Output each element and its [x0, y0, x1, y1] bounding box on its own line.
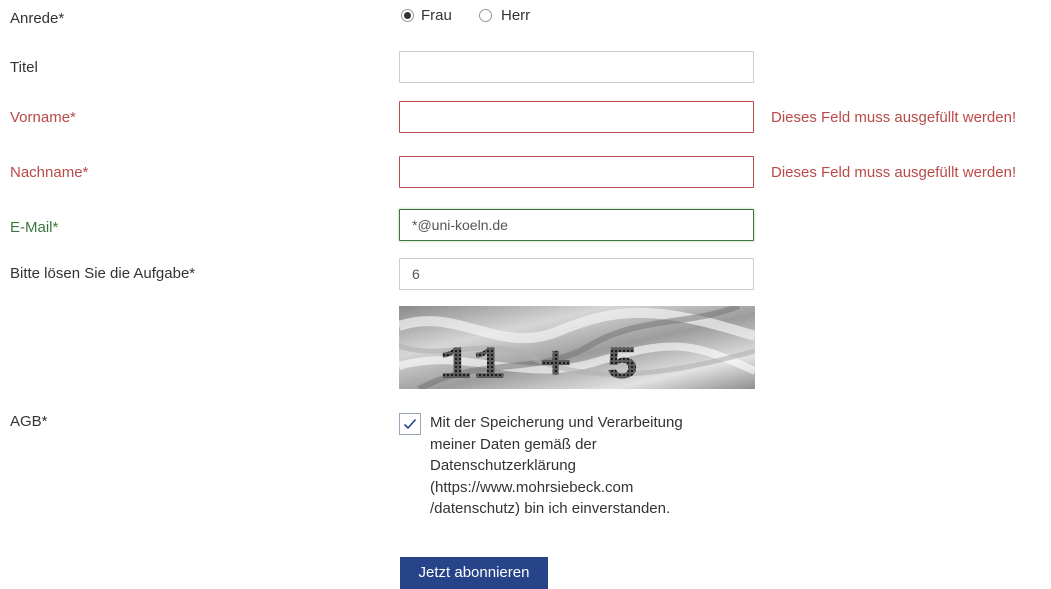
firstname-label: Vorname* [10, 109, 76, 126]
captcha-text: 11 + 5 [439, 340, 639, 389]
agb-text-line: Datenschutzerklärung [430, 457, 576, 474]
lastname-input[interactable] [400, 157, 753, 187]
captcha-field-wrapper [399, 258, 754, 290]
email-label: E-Mail* [10, 219, 59, 236]
agb-text-line: meiner Daten gemäß der [430, 435, 597, 453]
lastname-field-wrapper [399, 156, 754, 188]
radio-herr-label[interactable]: Herr [501, 7, 530, 24]
subscribe-button[interactable]: Jetzt abonnieren [400, 557, 548, 589]
firstname-input[interactable] [400, 102, 753, 132]
lastname-error-message: Dieses Feld muss ausgefüllt werden! [771, 164, 1017, 181]
agb-consent-text: Mit der Speicherung und Verarbeitung mei… [430, 412, 730, 520]
radio-herr[interactable] [479, 9, 492, 22]
agb-text-line: /datenschutz) bin ich einverstanden. [430, 500, 671, 517]
captcha-image: 11 + 5 [399, 306, 755, 389]
captcha-input[interactable] [400, 259, 753, 289]
salutation-label: Anrede* [10, 10, 65, 27]
agb-label: AGB* [10, 413, 48, 430]
radio-frau-label[interactable]: Frau [421, 7, 452, 24]
title-label: Titel [10, 59, 38, 76]
lastname-label: Nachname* [10, 164, 89, 181]
email-field-wrapper [399, 209, 754, 241]
title-input[interactable] [400, 52, 753, 82]
agb-text-line: (https://www.mohrsiebeck.com [430, 478, 634, 496]
salutation-radio-frau[interactable]: Frau [401, 0, 461, 36]
captcha-label: Bitte lösen Sie die Aufgabe* [10, 265, 196, 282]
firstname-error-message: Dieses Feld muss ausgefüllt werden! [771, 109, 1017, 126]
firstname-field-wrapper [399, 101, 754, 133]
salutation-radio-herr[interactable]: Herr [479, 0, 549, 36]
agb-text-line: Mit der Speicherung und Verarbeitung [430, 414, 683, 431]
title-field-wrapper [399, 51, 754, 83]
checkmark-icon [403, 418, 417, 430]
radio-frau[interactable] [401, 9, 414, 22]
email-input[interactable] [400, 210, 753, 240]
agb-checkbox[interactable] [399, 413, 421, 435]
